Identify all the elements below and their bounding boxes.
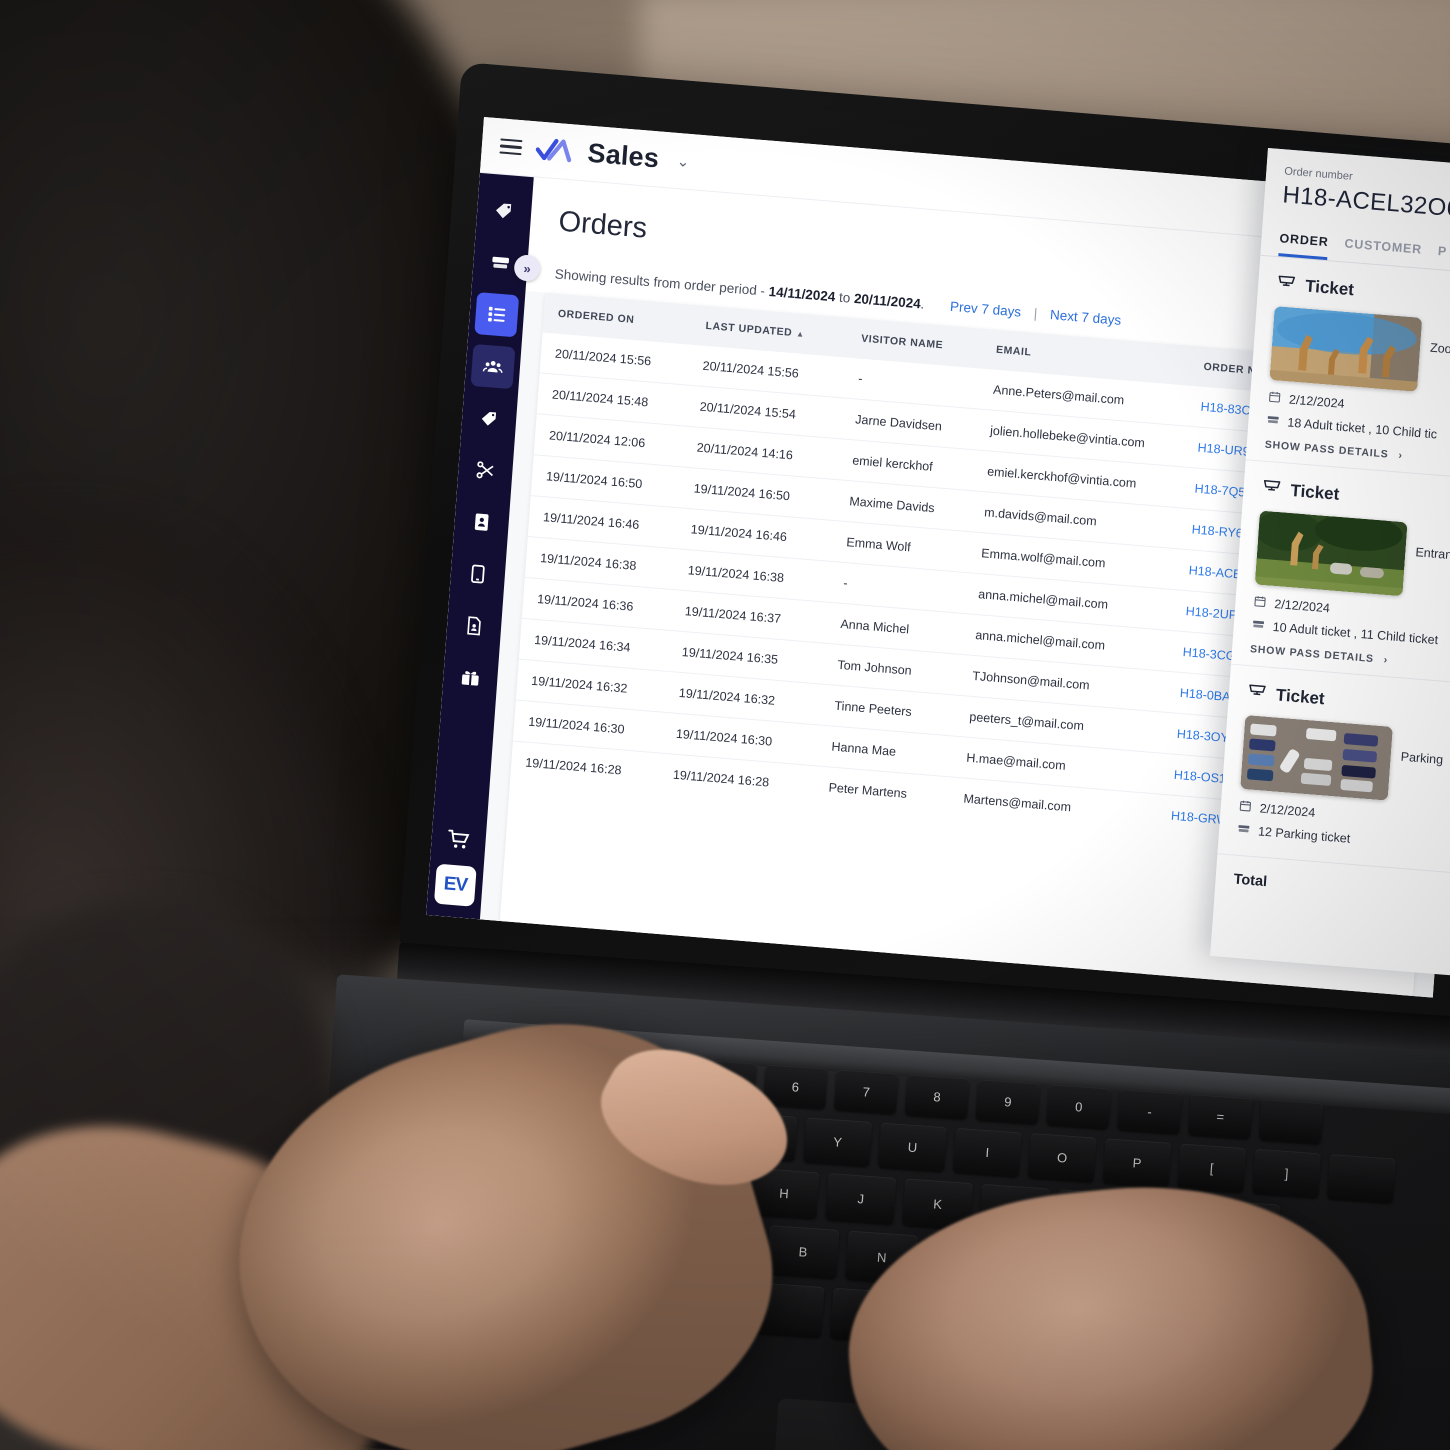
- ticket-section: Ticket Entran 2/12/2024 10 Adult ticket , 1…: [1230, 460, 1450, 686]
- ticket-title-label: Ticket: [1304, 275, 1355, 299]
- results-prefix: Showing results from order period -: [554, 266, 770, 299]
- ticket-section: Ticket Parking 2/12/2024 12 Parking ticket: [1217, 664, 1450, 876]
- tab-payment[interactable]: P: [1437, 244, 1447, 270]
- ticket-product-name: Zoo: [1429, 340, 1450, 357]
- ticket-product-name: Parking: [1400, 749, 1444, 767]
- sales-chart-logo: [535, 136, 575, 165]
- app-title: Sales: [586, 137, 661, 174]
- results-date-from: 14/11/2024: [768, 283, 836, 305]
- keyboard-key[interactable]: 6: [763, 1064, 828, 1109]
- ticket-date-value: 2/12/2024: [1273, 596, 1331, 616]
- sidebar-item-contacts[interactable]: [459, 499, 504, 544]
- giraffes-zebras-park-photo: [1254, 510, 1408, 597]
- keyboard-key[interactable]: 7: [833, 1069, 899, 1114]
- ticket-icon: [1275, 271, 1297, 298]
- ticket-quantity-value: 18 Adult ticket , 10 Child tic: [1286, 415, 1438, 442]
- sidebar-item-orders[interactable]: [474, 292, 520, 338]
- keyboard-key[interactable]: P: [1102, 1138, 1172, 1187]
- keyboard-key[interactable]: ]: [1252, 1148, 1322, 1198]
- ticket-title-label: Ticket: [1275, 684, 1326, 708]
- keyboard-key[interactable]: Y: [803, 1117, 873, 1166]
- show-pass-details-label: SHOW PASS DETAILS: [1249, 643, 1375, 666]
- ticket-icon: [1246, 680, 1268, 707]
- sort-ascending-icon: ▲: [795, 329, 805, 339]
- ticket-title-label: Ticket: [1289, 480, 1340, 504]
- chevron-right-icon: ›: [1397, 449, 1404, 462]
- results-middle: to: [834, 289, 855, 306]
- ticket-date-value: 2/12/2024: [1288, 392, 1346, 411]
- prev-7-days-link[interactable]: Prev 7 days: [950, 299, 1022, 320]
- keyboard-key[interactable]: -: [1117, 1089, 1182, 1134]
- giraffes-savanna-photo: [1269, 306, 1423, 392]
- ticket-thumb-row: Zoo: [1269, 306, 1450, 398]
- sidebar-item-pricing[interactable]: [467, 396, 512, 441]
- sidebar-item-mobile[interactable]: [455, 551, 500, 596]
- keyboard-key[interactable]: =: [1188, 1094, 1253, 1139]
- tab-order[interactable]: ORDER: [1278, 231, 1330, 261]
- column-header-last-updated-label: LAST UPDATED: [705, 319, 793, 339]
- keyboard-key[interactable]: [1258, 1099, 1324, 1144]
- results-date-to: 20/11/2024: [853, 290, 922, 312]
- tickets-stack-icon: [1251, 617, 1265, 634]
- keyboard-key[interactable]: U: [878, 1122, 948, 1172]
- parking-lot-aerial-photo: [1240, 714, 1393, 801]
- ticket-icon: [1261, 476, 1283, 503]
- app-logo-badge[interactable]: EV: [433, 863, 477, 907]
- keyboard-key[interactable]: J: [825, 1173, 897, 1224]
- sidebar-item-cart[interactable]: [436, 817, 481, 862]
- keyboard-key[interactable]: 8: [904, 1074, 970, 1119]
- sidebar-item-reports[interactable]: [452, 603, 497, 648]
- sidebar-item-promotions[interactable]: [463, 448, 508, 493]
- calendar-icon: [1238, 799, 1252, 816]
- calendar-icon: [1268, 390, 1282, 407]
- next-7-days-link[interactable]: Next 7 days: [1050, 307, 1122, 328]
- keyboard-key[interactable]: 9: [975, 1079, 1041, 1124]
- tickets-stack-icon: [1237, 822, 1251, 839]
- keyboard-key[interactable]: I: [952, 1127, 1022, 1177]
- keyboard-key[interactable]: [1327, 1153, 1396, 1203]
- chevron-right-icon: ›: [1383, 653, 1389, 667]
- show-pass-details-label: SHOW PASS DETAILS: [1264, 438, 1389, 461]
- hamburger-icon[interactable]: [499, 138, 523, 156]
- keyboard-key[interactable]: B: [766, 1225, 840, 1278]
- ticket-thumb-row: Parking: [1240, 714, 1450, 807]
- keyboard-key[interactable]: 0: [1046, 1084, 1112, 1129]
- sidebar-item-vouchers[interactable]: [448, 655, 493, 700]
- ticket-section: Ticket Zoo 2/12/2024 18 Adult ticket , 10 C…: [1245, 255, 1450, 482]
- ticket-product-name: Entran: [1414, 545, 1450, 563]
- results-suffix: .: [920, 296, 925, 312]
- tickets-stack-icon: [1266, 413, 1280, 430]
- ticket-thumb-row: Entran: [1254, 510, 1450, 603]
- sidebar-item-tags[interactable]: [482, 188, 527, 233]
- sidebar-item-visitors[interactable]: [470, 343, 516, 390]
- chevron-down-icon[interactable]: ⌄: [676, 151, 690, 170]
- results-separator: |: [1033, 305, 1038, 321]
- keyboard-key[interactable]: O: [1027, 1133, 1097, 1182]
- calendar-icon: [1253, 594, 1267, 611]
- laptop-device: Sales ⌄ EV » Orders Showing results from…: [0, 0, 1450, 1450]
- ticket-quantity-value: 10 Adult ticket , 11 Child ticket: [1272, 619, 1439, 648]
- ticket-date-value: 2/12/2024: [1259, 801, 1316, 820]
- keyboard-key[interactable]: [: [1177, 1143, 1247, 1193]
- ticket-quantity-value: 12 Parking ticket: [1257, 824, 1351, 846]
